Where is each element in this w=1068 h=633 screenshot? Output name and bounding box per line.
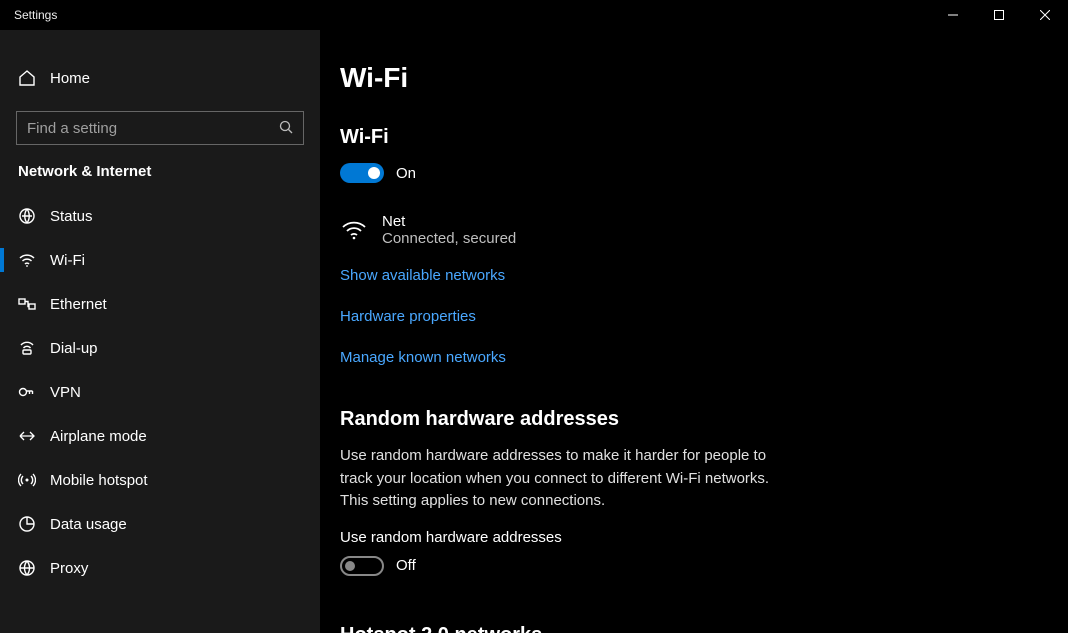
link-manage-known[interactable]: Manage known networks xyxy=(340,349,1068,366)
window-title: Settings xyxy=(14,8,57,22)
sidebar-item-label: Status xyxy=(50,208,93,225)
vpn-icon xyxy=(18,383,36,401)
random-hw-heading: Random hardware addresses xyxy=(340,408,1068,431)
sidebar-home-label: Home xyxy=(50,70,90,87)
sidebar-item-hotspot[interactable]: Mobile hotspot xyxy=(0,458,320,502)
sidebar-item-label: Mobile hotspot xyxy=(50,472,148,489)
wifi-signal-icon xyxy=(340,216,368,244)
hotspot20-heading: Hotspot 2.0 networks xyxy=(340,624,1068,633)
sidebar-item-label: Dial-up xyxy=(50,340,98,357)
current-network[interactable]: Net Connected, secured xyxy=(340,213,1068,247)
sidebar-item-wifi[interactable]: Wi-Fi xyxy=(0,238,320,282)
sidebar-item-status[interactable]: Status xyxy=(0,194,320,238)
network-status: Connected, secured xyxy=(382,230,516,247)
sidebar-item-label: Wi-Fi xyxy=(50,252,85,269)
sidebar-item-dialup[interactable]: Dial-up xyxy=(0,326,320,370)
link-hardware-properties[interactable]: Hardware properties xyxy=(340,308,1068,325)
sidebar-item-airplane[interactable]: Airplane mode xyxy=(0,414,320,458)
sidebar-item-vpn[interactable]: VPN xyxy=(0,370,320,414)
search-icon xyxy=(279,120,293,137)
page-title: Wi-Fi xyxy=(340,62,1068,94)
sidebar-item-label: Proxy xyxy=(50,560,88,577)
data-usage-icon xyxy=(18,515,36,533)
content-pane: Wi-Fi Wi-Fi On Net Connected, secured Sh… xyxy=(320,30,1068,633)
random-hw-sublabel: Use random hardware addresses xyxy=(340,529,1068,546)
proxy-icon xyxy=(18,559,36,577)
home-icon xyxy=(18,69,36,87)
sidebar-item-proxy[interactable]: Proxy xyxy=(0,546,320,590)
random-hw-toggle[interactable] xyxy=(340,556,384,576)
close-button[interactable] xyxy=(1022,0,1068,30)
sidebar-item-label: Airplane mode xyxy=(50,428,147,445)
wifi-section-heading: Wi-Fi xyxy=(340,126,1068,149)
sidebar-category: Network & Internet xyxy=(0,159,320,194)
wifi-toggle-state: On xyxy=(396,165,416,182)
search-box[interactable] xyxy=(16,111,304,145)
sidebar-home[interactable]: Home xyxy=(0,55,320,101)
search-input[interactable] xyxy=(27,120,273,137)
status-icon xyxy=(18,207,36,225)
link-show-networks[interactable]: Show available networks xyxy=(340,267,1068,284)
sidebar: Home Network & Internet Status Wi-Fi xyxy=(0,30,320,633)
wifi-icon xyxy=(18,251,36,269)
random-hw-toggle-state: Off xyxy=(396,557,416,574)
maximize-button[interactable] xyxy=(976,0,1022,30)
airplane-icon xyxy=(18,427,36,445)
sidebar-item-ethernet[interactable]: Ethernet xyxy=(0,282,320,326)
wifi-toggle[interactable] xyxy=(340,163,384,183)
sidebar-item-label: VPN xyxy=(50,384,81,401)
ethernet-icon xyxy=(18,295,36,313)
sidebar-item-datausage[interactable]: Data usage xyxy=(0,502,320,546)
hotspot-icon xyxy=(18,471,36,489)
dialup-icon xyxy=(18,339,36,357)
network-name: Net xyxy=(382,213,516,230)
sidebar-item-label: Data usage xyxy=(50,516,127,533)
random-hw-body: Use random hardware addresses to make it… xyxy=(340,445,770,513)
sidebar-item-label: Ethernet xyxy=(50,296,107,313)
minimize-button[interactable] xyxy=(930,0,976,30)
